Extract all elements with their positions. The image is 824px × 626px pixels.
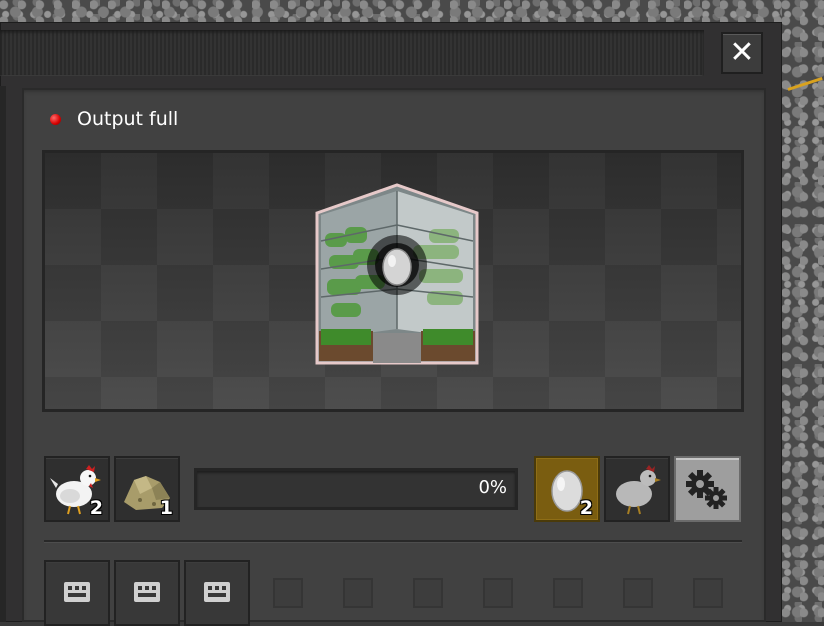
machine-panel: Output full 2 1 0% 2 xyxy=(22,88,766,626)
section-divider xyxy=(44,540,742,542)
close-button[interactable]: ✕ xyxy=(721,32,763,74)
empty-module-slot xyxy=(693,578,723,608)
output-slot-chicken[interactable] xyxy=(604,456,670,522)
empty-module-slot xyxy=(413,578,443,608)
input-count: 1 xyxy=(159,497,173,519)
module-slot-icon xyxy=(64,582,90,602)
world-background-top xyxy=(0,0,824,22)
input-slot-chicken[interactable]: 2 xyxy=(44,456,110,522)
world-background-right xyxy=(782,0,824,622)
empty-module-slot xyxy=(623,578,653,608)
status-row: Output full xyxy=(50,108,178,130)
empty-module-slot xyxy=(553,578,583,608)
output-slot-egg[interactable]: 2 xyxy=(534,456,600,522)
input-count: 2 xyxy=(89,497,103,519)
module-slot-icon xyxy=(204,582,230,602)
module-slot[interactable] xyxy=(44,560,110,626)
status-led-icon xyxy=(50,113,61,125)
entity-preview[interactable] xyxy=(42,150,744,412)
module-slot[interactable] xyxy=(184,560,250,626)
output-count: 2 xyxy=(579,497,593,519)
input-slot-feed[interactable]: 1 xyxy=(114,456,180,522)
window-left-edge xyxy=(0,86,6,622)
window-titlebar[interactable] xyxy=(0,30,704,76)
crafting-progress-bar: 0% xyxy=(194,468,518,510)
machine-window: ✕ Output full 2 1 0% 2 xyxy=(0,22,782,626)
empty-module-slot xyxy=(273,578,303,608)
status-text: Output full xyxy=(77,108,179,130)
empty-module-slot xyxy=(343,578,373,608)
empty-module-slot xyxy=(483,578,513,608)
progress-label: 0% xyxy=(478,477,507,498)
module-slot-icon xyxy=(134,582,160,602)
module-slot[interactable] xyxy=(114,560,180,626)
gears-icon xyxy=(686,470,727,509)
close-icon: ✕ xyxy=(729,35,755,70)
greenhouse-building-icon xyxy=(315,183,479,365)
settings-button[interactable] xyxy=(674,456,741,522)
chicken-icon xyxy=(616,465,661,515)
